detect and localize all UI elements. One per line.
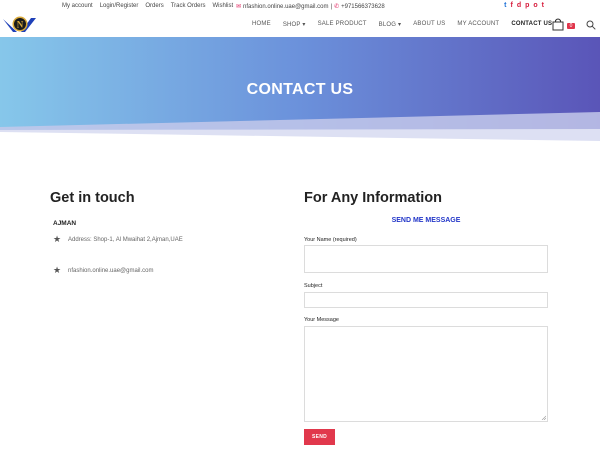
facebook-icon[interactable]: f [510, 2, 512, 9]
orders-link[interactable]: Orders [145, 3, 163, 9]
top-bar: My account Login/Register Orders Track O… [0, 0, 600, 13]
city-label: AJMAN [53, 220, 77, 227]
nav-contact-us[interactable]: CONTACT US [511, 21, 552, 28]
nav-blog[interactable]: BLOG ▾ [379, 21, 402, 28]
top-contact: ✉ nfashion.online.uae@gmail.com | ✆ +971… [236, 3, 385, 11]
top-links: My account Login/Register Orders Track O… [62, 3, 233, 9]
resize-handle-icon[interactable] [541, 415, 546, 420]
top-email[interactable]: nfashion.online.uae@gmail.com [243, 4, 328, 10]
tumblr-icon[interactable]: t [542, 2, 544, 9]
pinterest-icon[interactable]: p [525, 2, 529, 9]
star-icon: ★ [53, 265, 62, 275]
dribbble-icon[interactable]: d [517, 2, 521, 9]
main-nav: HOME SHOP ▾ SALE PRODUCT BLOG ▾ ABOUT US… [252, 21, 552, 28]
nav-about-us[interactable]: ABOUT US [413, 21, 445, 28]
page-banner: CONTACT US [0, 37, 600, 142]
message-label: Your Message [304, 317, 339, 323]
contact-email[interactable]: nfashion.online.uae@gmail.com [68, 268, 153, 274]
subject-field[interactable] [304, 292, 548, 308]
contact-form-section: For Any Information SEND ME MESSAGE Your… [304, 190, 548, 445]
login-register-link[interactable]: Login/Register [100, 3, 139, 9]
star-icon: ★ [53, 234, 62, 244]
my-account-link[interactable]: My account [62, 3, 93, 9]
send-message-heading: SEND ME MESSAGE [391, 217, 461, 224]
address-row: ★ Address: Shop-1, Al Mwaihat 2,Ajman,UA… [53, 234, 183, 245]
nav-shop[interactable]: SHOP ▾ [283, 21, 306, 28]
top-phone[interactable]: +971566373628 [341, 4, 385, 10]
phone-icon: ✆ [334, 4, 340, 10]
nav-sale-product[interactable]: SALE PRODUCT [318, 21, 367, 28]
instagram-icon[interactable]: o [533, 2, 537, 9]
subject-label: Subject [304, 283, 323, 289]
name-field[interactable] [304, 245, 548, 273]
get-in-touch-section: Get in touch AJMAN ★ Address: Shop-1, Al… [50, 190, 280, 275]
nav-home[interactable]: HOME [252, 21, 271, 28]
track-orders-link[interactable]: Track Orders [171, 3, 206, 9]
get-in-touch-heading: Get in touch [50, 190, 135, 206]
address-text: Address: Shop-1, Al Mwaihat 2,Ajman,UAE [68, 236, 183, 243]
site-logo[interactable]: N [3, 15, 37, 34]
page-title: CONTACT US [246, 81, 354, 98]
logo-letter: N [17, 20, 24, 30]
wishlist-link[interactable]: Wishlist [213, 3, 234, 9]
cart-count-badge: 0 [567, 23, 575, 29]
site-header: N HOME SHOP ▾ SALE PRODUCT BLOG ▾ ABOUT … [0, 13, 600, 37]
shopping-bag-icon[interactable] [552, 18, 564, 31]
form-heading: For Any Information [304, 190, 443, 206]
message-field[interactable] [304, 326, 548, 422]
name-label: Your Name (required) [304, 237, 357, 243]
send-button[interactable]: SEND [304, 429, 335, 445]
twitter-icon[interactable]: t [504, 2, 506, 9]
search-icon[interactable] [586, 20, 596, 30]
social-links: t f d p o t [504, 2, 544, 9]
envelope-icon: ✉ [236, 4, 242, 10]
nav-my-account[interactable]: MY ACCOUNT [457, 21, 499, 28]
email-row: ★ nfashion.online.uae@gmail.com [53, 265, 153, 276]
top-separator: | [330, 3, 333, 10]
